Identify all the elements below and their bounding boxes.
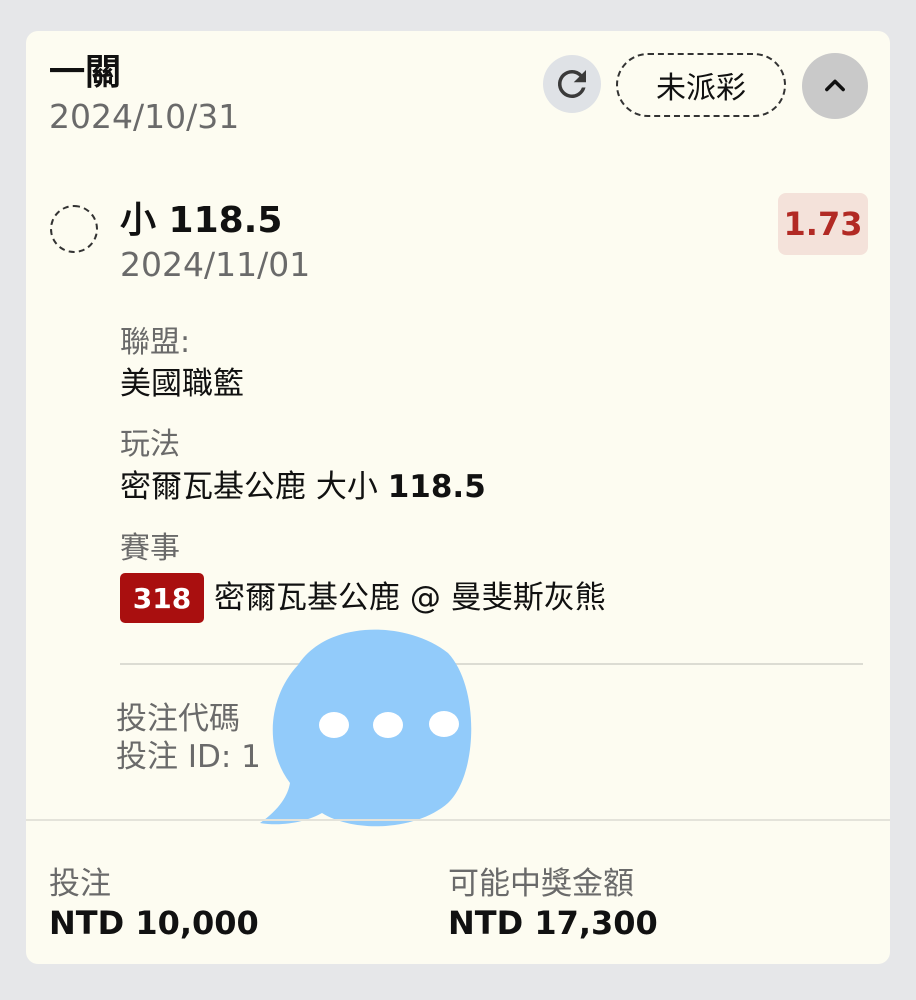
market-value-text: 密爾瓦基公鹿 大小 xyxy=(120,469,388,505)
footer-divider xyxy=(26,819,890,821)
league-label: 聯盟: xyxy=(120,325,191,360)
payout-label: 可能中獎金額 xyxy=(448,866,634,902)
stake-value: NTD 10,000 xyxy=(49,904,259,942)
payout-value: NTD 17,300 xyxy=(448,904,658,942)
bet-id-label: 投注 ID: 1 xyxy=(116,739,261,775)
refresh-icon xyxy=(557,69,586,98)
event-value: 密爾瓦基公鹿 @ 曼斐斯灰熊 xyxy=(214,580,606,616)
selection-name: 小 118.5 xyxy=(120,200,283,241)
collapse-button[interactable] xyxy=(802,53,868,119)
bet-type-title: 一關 xyxy=(49,52,122,93)
chevron-up-icon xyxy=(825,79,845,92)
status-badge: 未派彩 xyxy=(616,53,786,117)
chat-bubble-icon[interactable] xyxy=(258,625,472,829)
market-label: 玩法 xyxy=(120,427,180,462)
stake-label: 投注 xyxy=(49,866,111,902)
event-label: 賽事 xyxy=(120,531,180,566)
bet-code-label: 投注代碼 xyxy=(116,701,240,737)
selection-date: 2024/11/01 xyxy=(120,245,311,284)
league-value: 美國職籃 xyxy=(120,366,244,402)
bet-card: 一關 2024/10/31 未派彩 小 118.5 2024/11/01 1.7… xyxy=(26,31,890,964)
market-value: 密爾瓦基公鹿 大小 118.5 xyxy=(120,468,486,506)
refresh-button[interactable] xyxy=(543,55,601,113)
odds-badge: 1.73 xyxy=(778,193,868,255)
bet-date: 2024/10/31 xyxy=(49,97,240,136)
selection-status-circle xyxy=(50,205,98,253)
event-code-badge: 318 xyxy=(120,573,204,623)
market-value-number: 118.5 xyxy=(387,469,486,505)
divider xyxy=(120,663,863,665)
